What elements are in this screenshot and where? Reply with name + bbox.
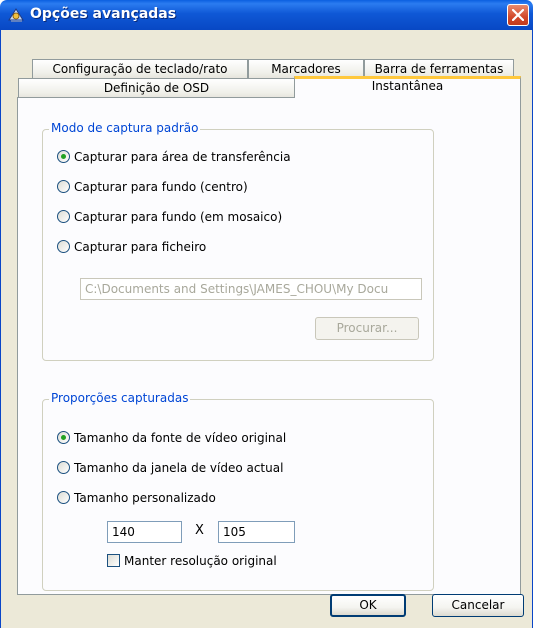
radio-label: Capturar para fundo (em mosaico) [74,210,283,224]
width-input[interactable]: 140 [107,521,182,543]
ok-button[interactable]: OK [330,594,406,617]
radio-label: Capturar para área de transferência [74,150,291,164]
radio-label: Tamanho da fonte de vídeo original [74,431,287,445]
tab-label: Marcadores [271,62,341,76]
dialog-body: Configuração de teclado/rato Marcadores … [0,30,533,628]
radio-circle [57,150,70,163]
window-title: Opções avançadas [30,6,177,22]
tab-label: Instantânea [371,79,444,93]
radio-selected-dot [61,435,66,440]
size-separator: X [195,523,204,538]
app-icon [7,6,25,24]
radio-circle [57,431,70,444]
height-input[interactable]: 105 [218,521,295,543]
radio-label: Capturar para fundo (centro) [74,180,248,194]
checkbox-box [107,554,120,567]
radio-selected-dot [61,154,66,159]
radio-circle [57,180,70,193]
tab-snapshot[interactable]: Instantânea [294,76,521,98]
tab-label: Barra de ferramentas [374,62,504,76]
browse-button[interactable]: Procurar... [315,317,419,340]
close-icon [512,9,524,21]
proportions-group: Proporções capturadas Tamanho da fonte d… [42,391,434,591]
title-bar: Opções avançadas [0,0,533,30]
tab-label: Configuração de teclado/rato [52,62,228,76]
radio-label: Capturar para ficheiro [74,240,207,254]
cancel-button[interactable]: Cancelar [432,594,524,617]
checkbox-label: Manter resolução original [124,554,277,568]
radio-circle [57,461,70,474]
radio-label: Tamanho personalizado [74,491,216,505]
tab-osd[interactable]: Definição de OSD [18,78,295,98]
tab-keyboard-mouse[interactable]: Configuração de teclado/rato [32,59,248,78]
tab-panel: Modo de captura padrão Capturar para áre… [17,97,521,595]
radio-circle [57,491,70,504]
tab-label: Definição de OSD [103,81,210,95]
radio-label: Tamanho da janela de vídeo actual [74,461,284,475]
radio-circle [57,210,70,223]
close-button[interactable] [507,4,529,26]
radio-circle [57,240,70,253]
file-path-input[interactable]: C:\Documents and Settings\JAMES_CHOU\My … [80,278,422,300]
group-legend: Modo de captura padrão [49,121,201,135]
capture-mode-group: Modo de captura padrão Capturar para áre… [42,121,434,361]
group-legend: Proporções capturadas [49,391,191,405]
